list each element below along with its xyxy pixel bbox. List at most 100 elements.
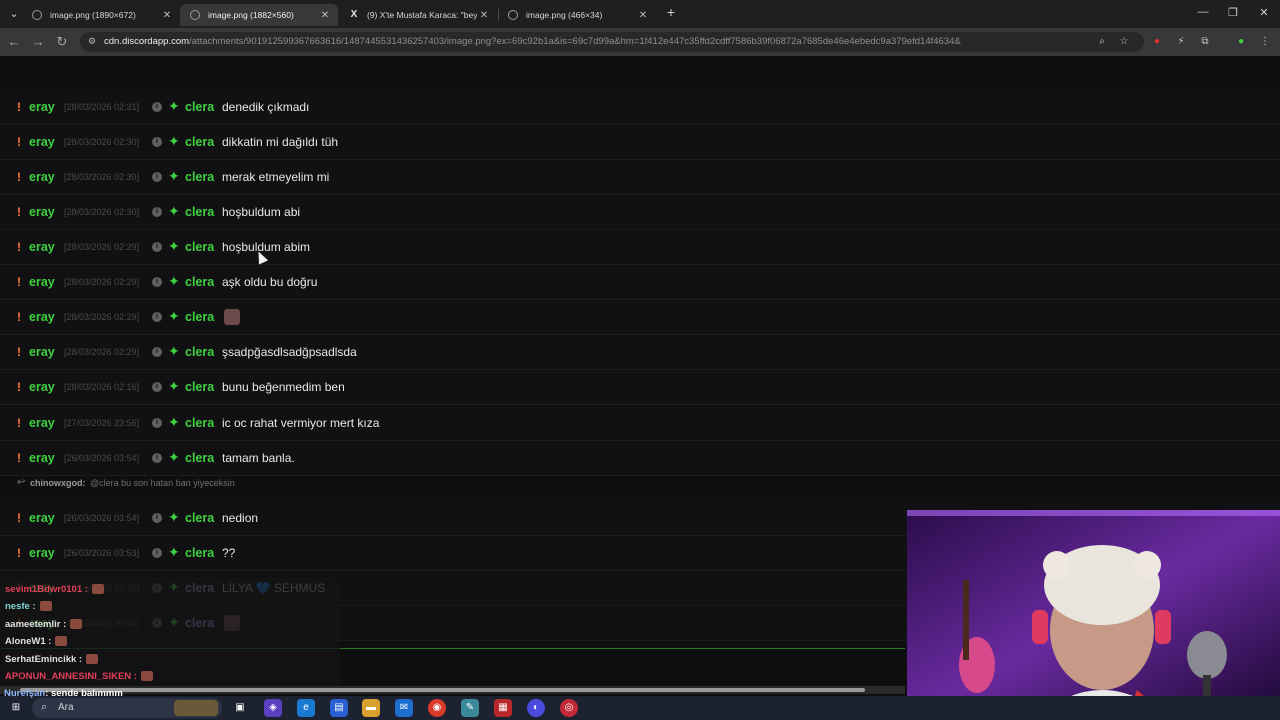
image-tab-icon bbox=[32, 10, 42, 20]
tab-label: image.png (1882×560) bbox=[208, 10, 294, 20]
reload-icon[interactable]: ↻ bbox=[54, 34, 70, 50]
user-badge-icon: ! bbox=[17, 170, 21, 184]
info-icon[interactable]: i bbox=[152, 312, 162, 322]
chat-log-row: ! eray [28/03/2026 02:16] i ✦ clera bunu beğen… bbox=[0, 371, 1280, 405]
obs-icon[interactable]: ◎ bbox=[560, 699, 578, 717]
info-icon[interactable]: i bbox=[152, 347, 162, 357]
chat-log-row: ! eray [27/03/2026 23:56] i ✦ clera ic oc raha… bbox=[0, 407, 1280, 441]
tab-image-1[interactable]: image.png (1890×672) ✕ bbox=[22, 4, 180, 26]
chat-timestamp: [28/03/2026 02:31] bbox=[64, 102, 140, 112]
chat-message: ic oc rahat vermiyor mert kıza bbox=[222, 416, 380, 430]
user-badge-icon: ! bbox=[17, 135, 21, 149]
windows-start-icon[interactable]: ⊞ bbox=[7, 699, 25, 717]
bookmark-star-icon[interactable]: ☆ bbox=[1117, 35, 1131, 49]
moderator-badge-icon: ✦ bbox=[168, 98, 180, 114]
minimize-icon[interactable]: — bbox=[1193, 6, 1213, 18]
tab-image-3[interactable]: image.png (466×34) ✕ bbox=[498, 4, 656, 26]
info-icon[interactable]: i bbox=[152, 137, 162, 147]
stream-chat-line: Nurefşan: sende balımmm bbox=[4, 688, 123, 699]
emote-icon bbox=[91, 584, 104, 595]
tab-close-icon[interactable]: ✕ bbox=[160, 10, 174, 21]
info-icon[interactable]: i bbox=[152, 548, 162, 558]
chat-timestamp: [28/03/2026 02:30] bbox=[64, 172, 140, 182]
moderator-name: clera bbox=[185, 170, 215, 184]
back-arrow-icon[interactable]: ← bbox=[6, 34, 22, 50]
emote-icon bbox=[39, 601, 52, 612]
emote-icon bbox=[140, 671, 153, 682]
chat-timestamp: [26/03/2026 03:54] bbox=[64, 453, 140, 463]
tab-close-icon[interactable]: ✕ bbox=[318, 10, 332, 21]
moderator-name: clera bbox=[185, 511, 215, 525]
chat-username: eray bbox=[29, 310, 55, 324]
horizontal-scrollbar[interactable] bbox=[0, 686, 905, 694]
tab-search-chevron-icon[interactable]: ⌄ bbox=[4, 7, 24, 20]
info-icon[interactable]: i bbox=[152, 418, 162, 428]
tab-close-icon[interactable]: ✕ bbox=[636, 10, 650, 21]
chat-log-row: ! eray [28/03/2026 02:29] i ✦ clera bbox=[0, 301, 1280, 335]
reply-user: chinowxgod: bbox=[30, 478, 86, 488]
outlook-icon[interactable]: ✉ bbox=[395, 699, 413, 717]
info-icon[interactable]: i bbox=[152, 207, 162, 217]
info-icon[interactable]: i bbox=[152, 382, 162, 392]
info-icon[interactable]: i bbox=[152, 242, 162, 252]
search-highlight-icon bbox=[174, 700, 218, 716]
chat-username: eray bbox=[29, 511, 55, 525]
chat-message: aşk oldu bu doğru bbox=[222, 275, 318, 289]
chat-log-row: ! eray [28/03/2026 02:31] i ✦ clera denedik çı… bbox=[0, 91, 1280, 125]
chat-message: nedion bbox=[222, 511, 259, 525]
reply-arrow-icon: ↩ bbox=[17, 477, 26, 488]
address-bar[interactable]: ⚙ cdn.discordapp.com/attachments/9019125… bbox=[80, 32, 1144, 52]
close-window-icon[interactable]: ✕ bbox=[1254, 6, 1274, 19]
extension-record-icon[interactable]: ● bbox=[1150, 35, 1164, 49]
scrollbar-thumb[interactable] bbox=[20, 688, 865, 692]
profile-icon[interactable]: ● bbox=[1234, 35, 1248, 49]
new-tab-plus-icon[interactable]: + bbox=[661, 4, 681, 20]
info-icon[interactable]: i bbox=[152, 513, 162, 523]
discord-icon[interactable]: ◐ bbox=[527, 699, 545, 717]
moderator-badge-icon: ✦ bbox=[168, 449, 180, 465]
info-icon[interactable]: i bbox=[152, 453, 162, 463]
voicemeeter-icon[interactable]: ▦ bbox=[494, 699, 512, 717]
chat-timestamp: [28/03/2026 02:16] bbox=[64, 382, 140, 392]
info-icon[interactable]: i bbox=[152, 172, 162, 182]
stream-chat-line: sevim1Bdwr0101 : bbox=[5, 584, 104, 595]
user-badge-icon: ! bbox=[17, 310, 21, 324]
browser-menu-icon[interactable]: ⋮ bbox=[1258, 35, 1272, 49]
site-info-icon[interactable]: ⚙ bbox=[88, 36, 96, 47]
emote-icon bbox=[70, 619, 83, 630]
search-label: Ara bbox=[58, 702, 74, 713]
user-badge-icon: ! bbox=[17, 451, 21, 465]
moderator-name: clera bbox=[185, 416, 215, 430]
chrome-icon[interactable]: ◉ bbox=[428, 699, 446, 717]
tab-close-icon[interactable]: ✕ bbox=[477, 10, 491, 21]
stream-chat-user: Nurefşan bbox=[4, 688, 46, 699]
taskbar-search[interactable]: ⌕ Ara bbox=[32, 698, 222, 718]
moderator-name: clera bbox=[185, 310, 215, 324]
tab-image-2[interactable]: image.png (1882×560) ✕ bbox=[180, 4, 338, 26]
chat-username: eray bbox=[29, 546, 55, 560]
emote-icon bbox=[224, 309, 240, 325]
edge-icon[interactable]: e bbox=[297, 699, 315, 717]
restore-icon[interactable]: ❐ bbox=[1223, 6, 1243, 19]
stream-chat-user: nesfe : bbox=[5, 601, 36, 612]
tab-label: (9) X'te Mustafa Karaca: "beyle bbox=[367, 10, 477, 20]
zoom-icon[interactable]: ⌕ bbox=[1095, 35, 1109, 49]
store-icon[interactable]: ▤ bbox=[330, 699, 348, 717]
task-view-icon[interactable]: ▣ bbox=[231, 699, 249, 717]
app-icon[interactable]: ✎ bbox=[461, 699, 479, 717]
image-tab-icon bbox=[508, 10, 518, 20]
stream-chat-text: : sende balımmm bbox=[45, 688, 123, 699]
extensions-puzzle-icon[interactable]: ⧉ bbox=[1198, 35, 1212, 49]
copilot-icon[interactable]: ◈ bbox=[264, 699, 282, 717]
tab-x-post[interactable]: X (9) X'te Mustafa Karaca: "beyle ✕ bbox=[339, 4, 497, 26]
chat-username: eray bbox=[29, 135, 55, 149]
url-path: /attachments/901912599367663616/14874455… bbox=[189, 36, 961, 47]
tab-label: image.png (1890×672) bbox=[50, 10, 136, 20]
file-explorer-icon[interactable]: ▬ bbox=[362, 699, 380, 717]
info-icon[interactable]: i bbox=[152, 277, 162, 287]
chat-username: eray bbox=[29, 205, 55, 219]
extension-icon[interactable]: ⚡ bbox=[1174, 35, 1188, 49]
forward-arrow-icon[interactable]: → bbox=[30, 34, 46, 50]
info-icon[interactable]: i bbox=[152, 102, 162, 112]
chat-message: dikkatin mi dağıldı tüh bbox=[222, 135, 339, 149]
